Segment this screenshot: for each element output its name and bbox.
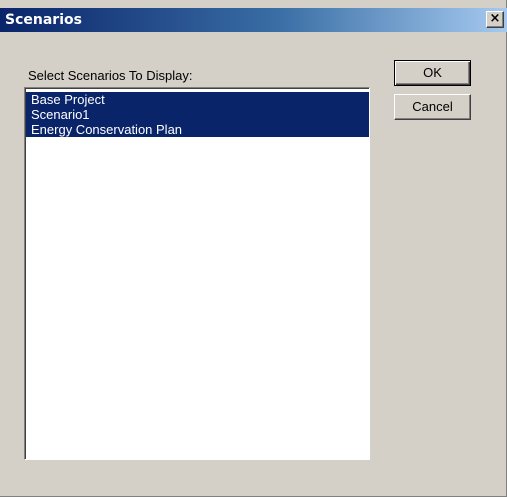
- ok-button[interactable]: OK: [394, 60, 471, 86]
- scenarios-dialog: Scenarios × Select Scenarios To Display:…: [0, 0, 507, 497]
- close-icon: ×: [489, 11, 501, 26]
- select-scenarios-label: Select Scenarios To Display:: [28, 68, 193, 83]
- close-button[interactable]: ×: [486, 11, 504, 28]
- list-item-energy-conservation-plan[interactable]: Energy Conservation Plan: [26, 122, 369, 137]
- scenarios-listbox[interactable]: Base Project Scenario1 Energy Conservati…: [24, 87, 370, 460]
- list-item-scenario1[interactable]: Scenario1: [26, 107, 369, 122]
- list-item-base-project[interactable]: Base Project: [26, 92, 369, 107]
- window-title: Scenarios: [5, 12, 82, 28]
- cancel-button[interactable]: Cancel: [394, 94, 471, 120]
- title-bar[interactable]: Scenarios ×: [0, 8, 507, 32]
